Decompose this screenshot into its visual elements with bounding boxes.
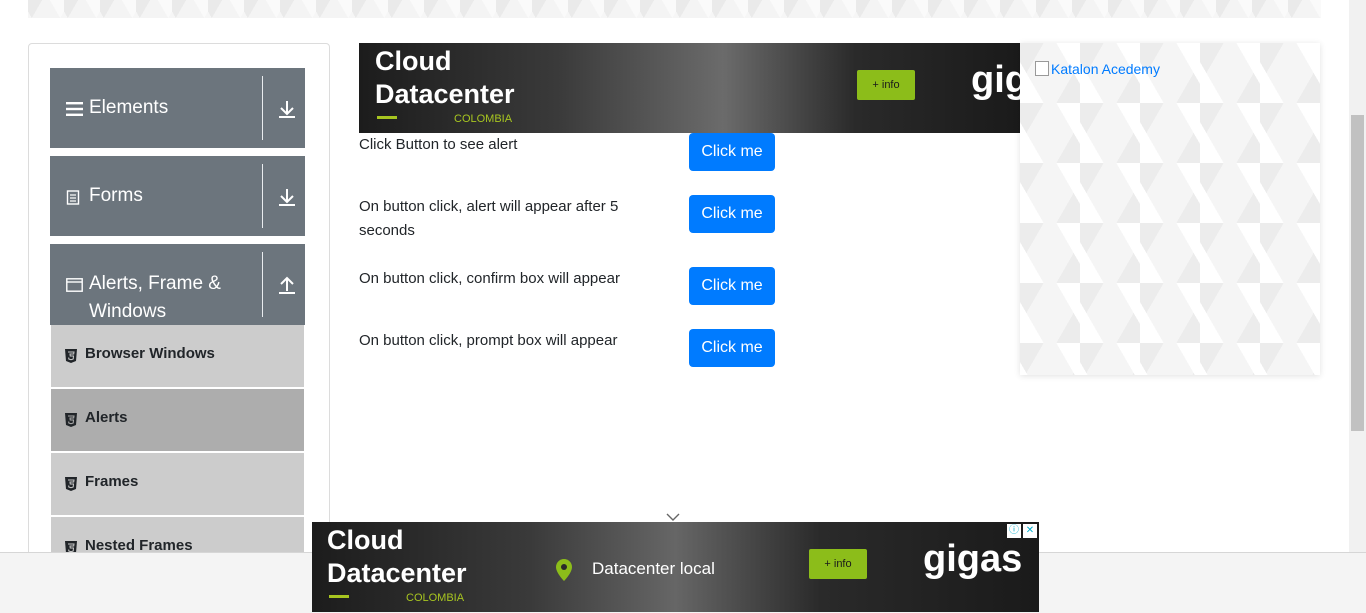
menu-item-label: Frames <box>85 473 139 490</box>
collapse-chevron-icon[interactable] <box>666 509 680 521</box>
close-ad-icon[interactable]: ✕ <box>1023 524 1037 538</box>
download-arrow-icon <box>278 187 296 209</box>
menu-item-label: Browser Windows <box>85 345 215 362</box>
group-title-alerts-line2: Windows <box>89 301 167 322</box>
group-title-forms: Forms <box>89 185 143 206</box>
ad-location-text: Datacenter local <box>592 559 715 578</box>
ad-right-panel[interactable]: Katalon Acedemy <box>1020 43 1320 375</box>
ad-title-line1: Cloud <box>375 46 452 76</box>
ad-brand-logo: gig <box>971 59 1021 101</box>
group-title-alerts: Alerts, Frame & <box>89 273 221 294</box>
timer-alert-row-text: On button click, alert will appear after… <box>359 198 619 239</box>
broken-image-icon <box>1035 61 1049 76</box>
hamburger-icon <box>66 102 83 121</box>
ad-info-button[interactable]: + info <box>857 70 915 100</box>
ad-country: COLOMBIA <box>406 592 465 604</box>
prompt-button[interactable]: Click me <box>689 329 775 367</box>
html5-icon <box>65 349 77 363</box>
group-header-alerts-frame-windows[interactable]: Alerts, Frame & Windows <box>50 244 305 325</box>
html5-icon <box>65 413 77 427</box>
location-pin-icon <box>556 559 572 586</box>
prompt-row-text: On button click, prompt box will appear <box>359 332 618 349</box>
ad-banner-bottom[interactable]: Cloud Datacenter COLOMBIA Datacenter loc… <box>312 522 1039 612</box>
menu-item-alerts[interactable]: Alerts <box>51 389 304 453</box>
katalon-ad-alt: Katalon Acedemy <box>1051 61 1160 77</box>
top-banner <box>28 0 1321 18</box>
left-sidebar: Elements Forms Alerts, Frame & Windows B… <box>28 43 330 605</box>
ad-accent-line <box>377 116 397 119</box>
ad-title-line1: Cloud <box>327 525 404 555</box>
divider <box>262 252 263 317</box>
window-icon <box>66 278 83 297</box>
ad-title-line2: Datacenter <box>327 558 467 588</box>
ad-brand-logo: gigas <box>923 538 1023 580</box>
menu-item-frames[interactable]: Frames <box>51 453 304 517</box>
divider <box>262 164 263 228</box>
divider <box>262 76 263 140</box>
scrollbar-thumb[interactable] <box>1351 115 1364 431</box>
ad-banner-top[interactable]: Cloud Datacenter COLOMBIA + info gig <box>359 43 1021 133</box>
upload-arrow-icon <box>278 275 296 297</box>
ad-country: COLOMBIA <box>454 113 513 125</box>
ad-accent-line <box>329 595 349 598</box>
alert-button[interactable]: Click me <box>689 133 775 171</box>
group-header-forms[interactable]: Forms <box>50 156 305 236</box>
html5-icon <box>65 477 77 491</box>
confirm-row-text: On button click, confirm box will appear <box>359 270 620 287</box>
download-arrow-icon <box>278 99 296 121</box>
group-title-elements: Elements <box>89 97 169 118</box>
ad-title-line2: Datacenter <box>375 79 515 109</box>
page-scrollbar[interactable] <box>1349 0 1366 552</box>
confirm-button[interactable]: Click me <box>689 267 775 305</box>
document-icon <box>66 190 80 210</box>
adchoices-icon[interactable]: ⓘ <box>1007 524 1021 538</box>
katalon-ad-link[interactable]: Katalon Acedemy <box>1035 61 1160 77</box>
group-header-elements[interactable]: Elements <box>50 68 305 148</box>
alert-row-text: Click Button to see alert <box>359 136 518 153</box>
timer-alert-button[interactable]: Click me <box>689 195 775 233</box>
menu-item-label: Alerts <box>85 409 128 426</box>
menu-item-browser-windows[interactable]: Browser Windows <box>51 325 304 389</box>
ad-info-button[interactable]: + info <box>809 549 867 579</box>
